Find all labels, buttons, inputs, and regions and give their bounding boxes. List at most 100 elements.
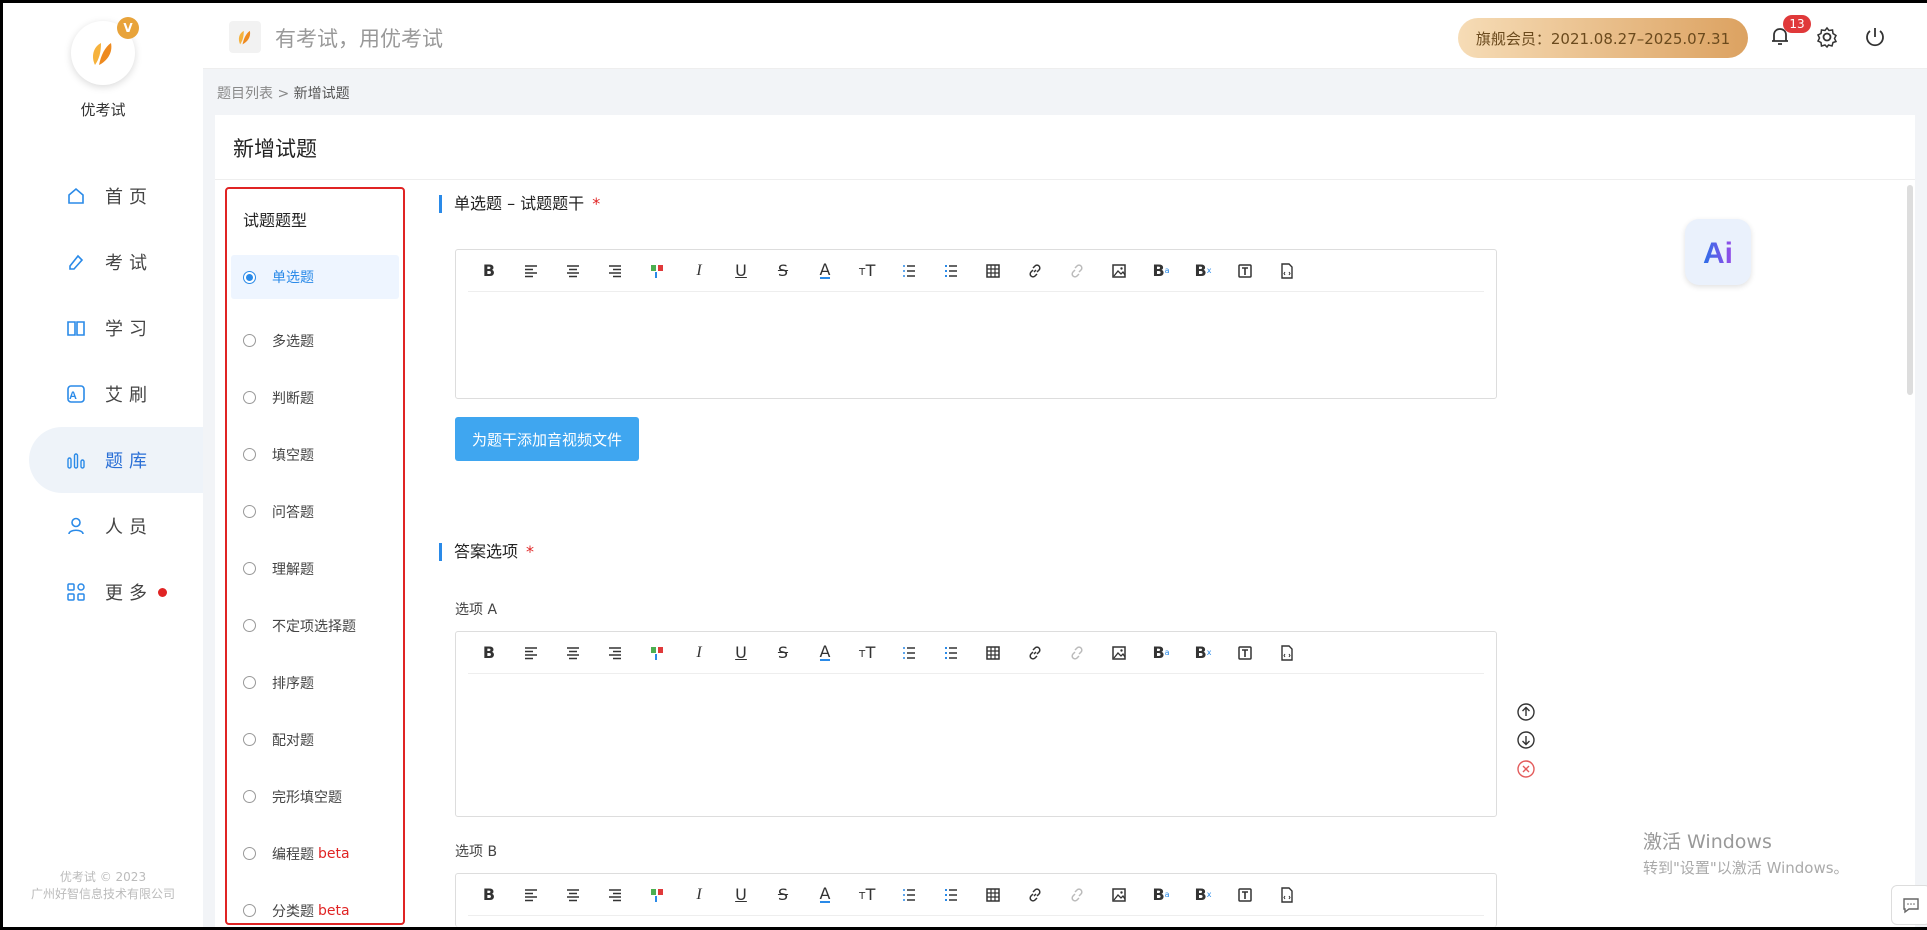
toolbar-link-icon[interactable] [1014, 880, 1056, 910]
toolbar-align-left-icon[interactable] [510, 880, 552, 910]
radio-icon[interactable] [243, 391, 256, 404]
toolbar-ordered-list-icon[interactable] [888, 638, 930, 668]
type-comprehension[interactable]: 理解题 [231, 540, 399, 597]
type-fill-blank[interactable]: 填空题 [231, 426, 399, 483]
toolbar-s-icon[interactable]: S [762, 256, 804, 286]
radio-icon[interactable] [243, 676, 256, 689]
radio-icon[interactable] [243, 334, 256, 347]
toolbar-text-box-icon[interactable] [1224, 880, 1266, 910]
radio-icon[interactable] [243, 270, 256, 284]
toolbar-bullet-list-icon[interactable] [930, 638, 972, 668]
radio-icon[interactable] [243, 790, 256, 803]
toolbar-s-icon[interactable]: S [762, 880, 804, 910]
toolbar-subscript-icon[interactable]: Bx [1182, 880, 1224, 910]
radio-icon[interactable] [243, 562, 256, 575]
type-classification[interactable]: 分类题 beta [231, 882, 399, 930]
toolbar-align-left-icon[interactable] [510, 256, 552, 286]
toolbar-file-code-icon[interactable] [1266, 638, 1308, 668]
toolbar-superscript-icon[interactable]: Ba [1140, 256, 1182, 286]
toolbar-unlink-icon[interactable] [1056, 880, 1098, 910]
toolbar-format-painter-icon[interactable] [636, 880, 678, 910]
toolbar-table-icon[interactable] [972, 638, 1014, 668]
move-up-icon[interactable] [1515, 701, 1537, 723]
toolbar-text-box-icon[interactable] [1224, 638, 1266, 668]
toolbar-format-painter-icon[interactable] [636, 638, 678, 668]
gear-icon[interactable] [1815, 25, 1839, 49]
toolbar-b-icon[interactable]: B [468, 256, 510, 286]
toolbar-align-right-icon[interactable] [594, 638, 636, 668]
type-programming[interactable]: 编程题 beta [231, 825, 399, 882]
type-qa[interactable]: 问答题 [231, 483, 399, 540]
sidebar-item-aishua[interactable]: A 艾刷 [3, 361, 203, 427]
toolbar-text-box-icon[interactable] [1224, 256, 1266, 286]
toolbar-align-right-icon[interactable] [594, 256, 636, 286]
option-b-editor[interactable]: B IUSAтT BaBx [455, 873, 1497, 927]
power-icon[interactable] [1863, 25, 1887, 49]
toolbar-image-icon[interactable] [1098, 880, 1140, 910]
toolbar-tt-icon[interactable]: тT [846, 638, 888, 668]
sidebar-item-study[interactable]: 学习 [3, 295, 203, 361]
move-down-icon[interactable] [1515, 729, 1537, 751]
app-logo[interactable]: V [71, 17, 139, 85]
option-a-editor[interactable]: B IUSAтT BaBx [455, 631, 1497, 817]
toolbar-align-center-icon[interactable] [552, 638, 594, 668]
type-cloze[interactable]: 完形填空题 [231, 768, 399, 825]
toolbar-superscript-icon[interactable]: Ba [1140, 638, 1182, 668]
add-media-button[interactable]: 为题干添加音视频文件 [455, 417, 639, 461]
radio-icon[interactable] [243, 619, 256, 632]
radio-icon[interactable] [243, 847, 256, 860]
toolbar-u-icon[interactable]: U [720, 638, 762, 668]
delete-option-icon[interactable] [1515, 758, 1537, 780]
sidebar-item-home[interactable]: 首页 [3, 163, 203, 229]
toolbar-b-icon[interactable]: B [468, 880, 510, 910]
toolbar-unlink-icon[interactable] [1056, 256, 1098, 286]
toolbar-file-code-icon[interactable] [1266, 880, 1308, 910]
toolbar-unlink-icon[interactable] [1056, 638, 1098, 668]
breadcrumb-parent[interactable]: 题目列表 [217, 86, 273, 102]
toolbar-align-left-icon[interactable] [510, 638, 552, 668]
member-status-pill[interactable]: 旗舰会员：2021.08.27–2025.07.31 [1458, 18, 1748, 58]
stem-editor[interactable]: B IUSAтT BaBx [455, 249, 1497, 399]
toolbar-a-icon[interactable]: A [804, 880, 846, 910]
toolbar-image-icon[interactable] [1098, 256, 1140, 286]
toolbar-subscript-icon[interactable]: Bx [1182, 638, 1224, 668]
type-true-false[interactable]: 判断题 [231, 369, 399, 426]
type-multiple-choice[interactable]: 多选题 [231, 312, 399, 369]
ai-assistant-button[interactable]: Ai [1685, 219, 1751, 285]
toolbar-image-icon[interactable] [1098, 638, 1140, 668]
radio-icon[interactable] [243, 448, 256, 461]
radio-icon[interactable] [243, 733, 256, 746]
sidebar-item-exam[interactable]: 考试 [3, 229, 203, 295]
toolbar-u-icon[interactable]: U [720, 880, 762, 910]
toolbar-ordered-list-icon[interactable] [888, 880, 930, 910]
type-matching[interactable]: 配对题 [231, 711, 399, 768]
toolbar-table-icon[interactable] [972, 256, 1014, 286]
sidebar-item-question-bank[interactable]: 题库 [29, 427, 203, 493]
toolbar-align-center-icon[interactable] [552, 880, 594, 910]
sidebar-item-people[interactable]: 人员 [3, 493, 203, 559]
toolbar-link-icon[interactable] [1014, 638, 1056, 668]
toolbar-i-icon[interactable]: I [678, 256, 720, 286]
toolbar-bullet-list-icon[interactable] [930, 880, 972, 910]
toolbar-bullet-list-icon[interactable] [930, 256, 972, 286]
toolbar-i-icon[interactable]: I [678, 880, 720, 910]
toolbar-ordered-list-icon[interactable] [888, 256, 930, 286]
toolbar-s-icon[interactable]: S [762, 638, 804, 668]
toolbar-table-icon[interactable] [972, 880, 1014, 910]
type-indefinite-choice[interactable]: 不定项选择题 [231, 597, 399, 654]
toolbar-i-icon[interactable]: I [678, 638, 720, 668]
toolbar-subscript-icon[interactable]: Bx [1182, 256, 1224, 286]
toolbar-u-icon[interactable]: U [720, 256, 762, 286]
toolbar-b-icon[interactable]: B [468, 638, 510, 668]
toolbar-align-right-icon[interactable] [594, 880, 636, 910]
toolbar-superscript-icon[interactable]: Ba [1140, 880, 1182, 910]
toolbar-file-code-icon[interactable] [1266, 256, 1308, 286]
toolbar-a-icon[interactable]: A [804, 256, 846, 286]
radio-icon[interactable] [243, 505, 256, 518]
type-ordering[interactable]: 排序题 [231, 654, 399, 711]
toolbar-a-icon[interactable]: A [804, 638, 846, 668]
sidebar-item-more[interactable]: 更多 [3, 559, 203, 625]
radio-icon[interactable] [243, 904, 256, 917]
scrollbar[interactable] [1907, 185, 1913, 395]
toolbar-link-icon[interactable] [1014, 256, 1056, 286]
